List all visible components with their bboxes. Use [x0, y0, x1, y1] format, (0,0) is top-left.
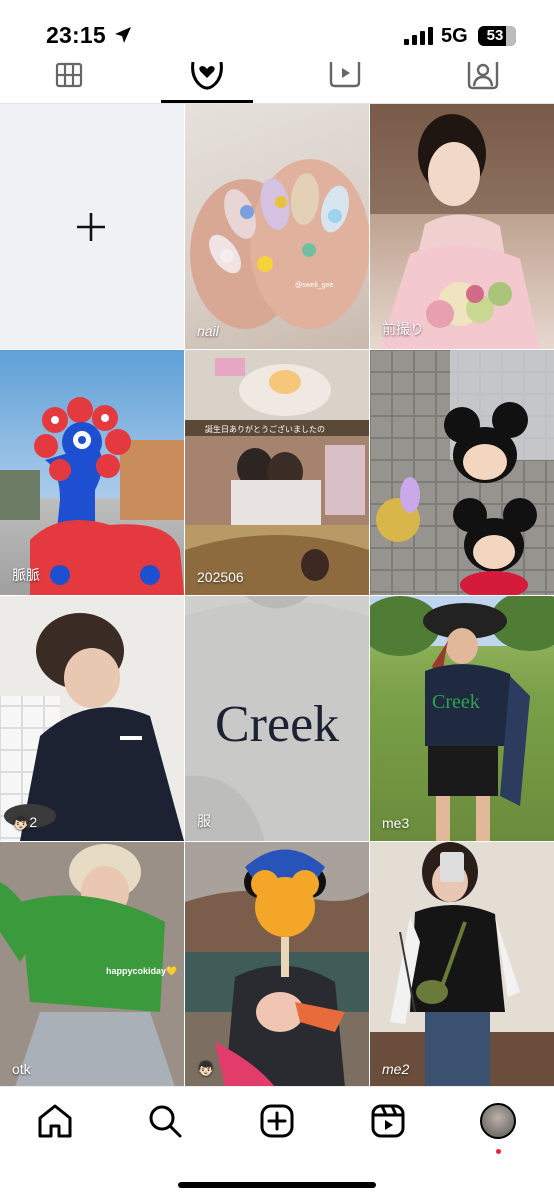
- highlight-caption: otk: [12, 1061, 31, 1077]
- person-tag-icon: [467, 62, 499, 90]
- highlight-caption: 前撮り: [382, 321, 424, 337]
- tab-posts[interactable]: [23, 60, 115, 102]
- outfit-photo: Creek: [370, 596, 554, 841]
- location-arrow-icon: [115, 27, 131, 43]
- nail-photo: [190, 159, 369, 329]
- highlight-caption: 202506: [197, 569, 244, 585]
- profile-tabs: [0, 60, 554, 104]
- mascot-photo: [0, 397, 184, 595]
- mickey-photo: [370, 350, 554, 595]
- highlight-myakumyaku[interactable]: 脈脈: [0, 350, 184, 595]
- tshirt-print: Creek: [432, 691, 480, 713]
- highlight-mickey[interactable]: [370, 350, 554, 595]
- plus-square-icon: [260, 1104, 294, 1138]
- highlight-maeburi[interactable]: 前撮り: [370, 104, 554, 349]
- sweater-print: Creek: [215, 696, 339, 753]
- new-highlight-tile[interactable]: [0, 104, 184, 349]
- highlight-2[interactable]: 👦🏻2: [0, 596, 184, 841]
- network-type: 5G: [441, 25, 468, 47]
- grid-icon: [55, 62, 83, 88]
- highlight-caption: 👦🏻2: [12, 814, 38, 830]
- tab-tagged[interactable]: [437, 60, 529, 102]
- highlight-fuku[interactable]: Creek 服: [185, 596, 369, 841]
- highlight-icecream[interactable]: 👦🏻: [185, 842, 369, 1087]
- green-hoodie-photo: [0, 842, 184, 1087]
- highlight-otk[interactable]: happycokiday💛 otk: [0, 842, 184, 1087]
- mickey-icecream-photo: [185, 842, 369, 1087]
- sticker-text: happycokiday💛: [106, 966, 178, 976]
- highlight-caption: 脈脈: [12, 567, 40, 583]
- portrait-photo: [370, 104, 554, 349]
- highlight-caption: me2: [382, 1061, 410, 1077]
- search-icon: [149, 1105, 182, 1138]
- highlight-caption: 👦🏻: [197, 1060, 215, 1076]
- sweater-photo: Creek: [185, 596, 369, 841]
- highlight-nail[interactable]: @sweli_gee nail: [185, 104, 369, 349]
- boy-photo: [0, 613, 184, 841]
- nav-profile[interactable]: [476, 1099, 520, 1143]
- plus-icon: [77, 213, 105, 241]
- watermark-text: @sweli_gee: [295, 282, 334, 289]
- home-indicator[interactable]: [178, 1182, 376, 1188]
- highlight-me2[interactable]: me2: [370, 842, 554, 1087]
- highlight-caption: me3: [382, 815, 410, 831]
- nav-reels[interactable]: [366, 1099, 410, 1143]
- mirror-selfie-photo: [370, 842, 554, 1087]
- status-time: 23:15: [46, 22, 106, 48]
- highlight-me3[interactable]: Creek me3: [370, 596, 554, 841]
- tab-saved[interactable]: [161, 60, 253, 103]
- status-bar: 23:15 5G 53: [0, 0, 554, 60]
- collage-photo: 誕生日ありがとうございましたの: [185, 350, 369, 595]
- highlight-202506[interactable]: 誕生日ありがとうございましたの 202506: [185, 350, 369, 595]
- highlight-caption: nail: [197, 323, 219, 339]
- battery-icon: 53: [478, 26, 516, 46]
- battery-level: 53: [486, 27, 504, 44]
- nav-home[interactable]: [33, 1099, 77, 1143]
- reels-icon: [371, 1104, 405, 1138]
- home-icon: [38, 1104, 72, 1138]
- highlight-caption: 服: [197, 813, 211, 829]
- nav-search[interactable]: [143, 1099, 187, 1143]
- reels-icon: [329, 62, 361, 88]
- tab-reels[interactable]: [299, 60, 391, 102]
- heart-bubble-icon: [191, 62, 223, 90]
- signal-icon: [404, 27, 433, 45]
- story-text: 誕生日ありがとうございましたの: [205, 424, 325, 434]
- notification-dot: [496, 1149, 501, 1154]
- nav-create[interactable]: [255, 1099, 299, 1143]
- avatar-icon: [480, 1103, 516, 1139]
